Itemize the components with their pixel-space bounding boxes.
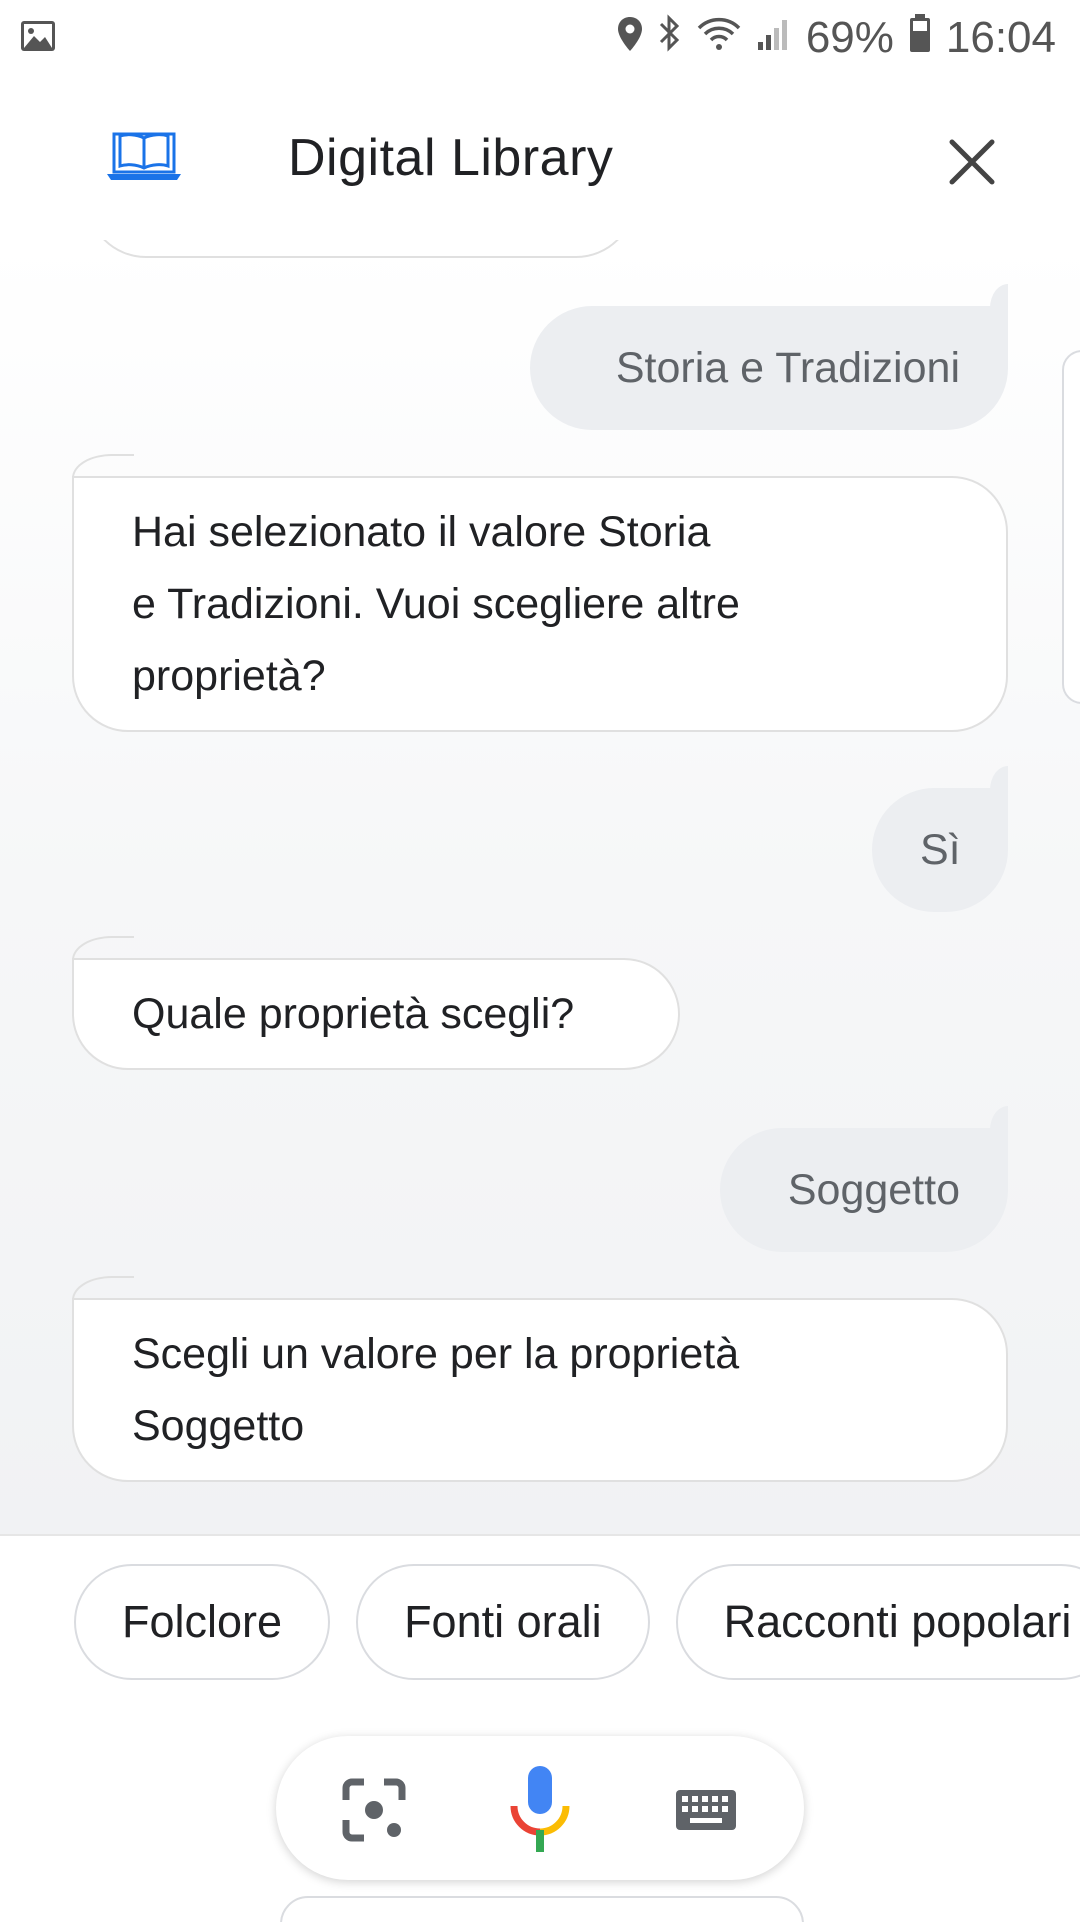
gallery-icon [20,20,56,57]
keyboard-button[interactable] [670,1774,742,1846]
bot-message: Scegli un valore per la proprietà Sogget… [72,1276,1008,1482]
bot-message: Quale proprietà scegli? [72,936,680,1070]
suggestion-chip-folclore[interactable]: Folclore [74,1564,331,1680]
microphone-button[interactable] [504,1764,576,1856]
user-message: Sì [872,766,1008,912]
status-bar: 69% 16:04 [0,0,1080,76]
user-message: Soggetto [720,1106,1008,1252]
message-text: Soggetto [787,1166,960,1214]
suggestion-chip-racconti-popolari[interactable]: Racconti popolari [675,1564,1080,1680]
signal-icon [756,13,792,63]
close-button[interactable] [940,130,1004,194]
message-line: proprietà? [132,652,326,700]
message-text: Sì [920,826,961,874]
suggestion-chips: Folclore Fonti orali Racconti popolari [74,1564,1080,1680]
battery-percentage: 69% [805,13,894,62]
app-title: Digital Library [288,129,614,187]
suggestion-chip-fonti-orali[interactable]: Fonti orali [356,1564,650,1680]
book-laptop-icon [106,128,182,189]
conversation-area[interactable]: Storia e Tradizioni Hai selezionato il v… [0,240,1080,1534]
input-bar [276,1736,804,1880]
battery-icon [908,13,932,64]
bot-message: Hai selezionato il valore Storia e Tradi… [72,454,1008,732]
bluetooth-icon [658,13,682,63]
message-line: Quale proprietà scegli? [132,990,575,1038]
close-icon [949,139,995,185]
wifi-icon [696,13,742,63]
message-line: Soggetto [132,1402,305,1450]
message-line: e Tradizioni. Vuoi scegliere altre [132,580,740,628]
location-icon [616,13,644,63]
keyboard-icon [676,1790,736,1830]
user-message: Storia e Tradizioni [530,284,1008,430]
microphone-icon [510,1766,570,1852]
side-panel-edge [1062,350,1080,704]
app-header: Digital Library [0,76,1080,240]
clock: 16:04 [945,13,1056,62]
message-line: Hai selezionato il valore Storia [132,508,711,556]
lens-icon [342,1778,406,1842]
previous-bot-message [86,240,636,258]
bottom-panel: Folclore Fonti orali Racconti popolari [0,1534,1080,1922]
message-line: Scegli un valore per la proprietà [132,1330,740,1378]
message-text: Storia e Tradizioni [615,344,960,392]
lens-button[interactable] [338,1774,410,1846]
bottom-handle [280,1896,804,1922]
